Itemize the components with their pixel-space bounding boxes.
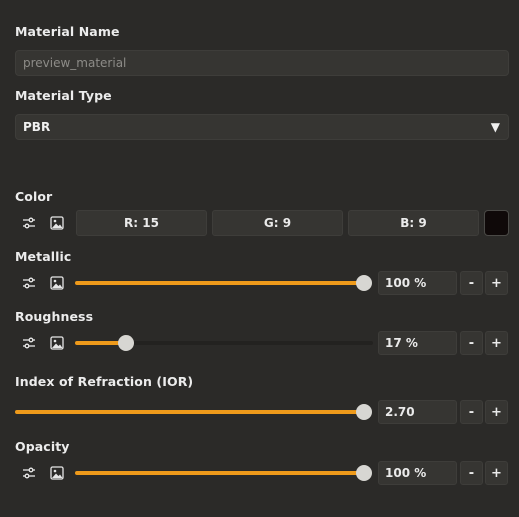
- material-panel: Material Name Material Type PBR ▼ Color …: [0, 0, 519, 517]
- roughness-label: Roughness: [15, 309, 94, 324]
- slider-thumb[interactable]: [356, 465, 372, 481]
- opacity-slider[interactable]: [75, 464, 372, 482]
- ior-slider[interactable]: [15, 403, 372, 421]
- slider-fill: [75, 471, 364, 475]
- ior-label: Index of Refraction (IOR): [15, 374, 194, 389]
- color-r-field[interactable]: R: 15: [76, 210, 207, 236]
- metallic-label: Metallic: [15, 249, 72, 264]
- slider-fill: [15, 410, 364, 414]
- slider-fill: [75, 281, 364, 285]
- roughness-decrement-button[interactable]: -: [460, 331, 483, 355]
- color-g-field[interactable]: G: 9: [212, 210, 343, 236]
- image-icon[interactable]: [48, 334, 66, 352]
- color-label: Color: [15, 189, 53, 204]
- image-icon[interactable]: [48, 214, 66, 232]
- material-type-value: PBR: [23, 120, 51, 134]
- ior-increment-button[interactable]: +: [485, 400, 508, 424]
- image-icon[interactable]: [48, 274, 66, 292]
- material-name-label: Material Name: [15, 24, 120, 39]
- metallic-decrement-button[interactable]: -: [460, 271, 483, 295]
- sliders-icon[interactable]: [20, 334, 38, 352]
- metallic-value[interactable]: 100 %: [378, 271, 457, 295]
- opacity-label: Opacity: [15, 439, 70, 454]
- opacity-increment-button[interactable]: +: [485, 461, 508, 485]
- color-b-field[interactable]: B: 9: [348, 210, 479, 236]
- material-name-input[interactable]: [15, 50, 509, 76]
- sliders-icon[interactable]: [20, 214, 38, 232]
- material-type-label: Material Type: [15, 88, 112, 103]
- opacity-value[interactable]: 100 %: [378, 461, 457, 485]
- roughness-increment-button[interactable]: +: [485, 331, 508, 355]
- dropdown-arrow-icon: ▼: [490, 120, 500, 134]
- ior-value[interactable]: 2.70: [378, 400, 457, 424]
- sliders-icon[interactable]: [20, 274, 38, 292]
- color-swatch[interactable]: [484, 210, 509, 236]
- image-icon[interactable]: [48, 464, 66, 482]
- metallic-slider[interactable]: [75, 274, 372, 292]
- metallic-increment-button[interactable]: +: [485, 271, 508, 295]
- roughness-slider[interactable]: [75, 334, 373, 352]
- roughness-value[interactable]: 17 %: [378, 331, 457, 355]
- slider-thumb[interactable]: [356, 275, 372, 291]
- slider-thumb[interactable]: [356, 404, 372, 420]
- sliders-icon[interactable]: [20, 464, 38, 482]
- material-type-select[interactable]: PBR ▼: [15, 114, 509, 140]
- opacity-decrement-button[interactable]: -: [460, 461, 483, 485]
- slider-thumb[interactable]: [117, 335, 134, 351]
- ior-decrement-button[interactable]: -: [460, 400, 483, 424]
